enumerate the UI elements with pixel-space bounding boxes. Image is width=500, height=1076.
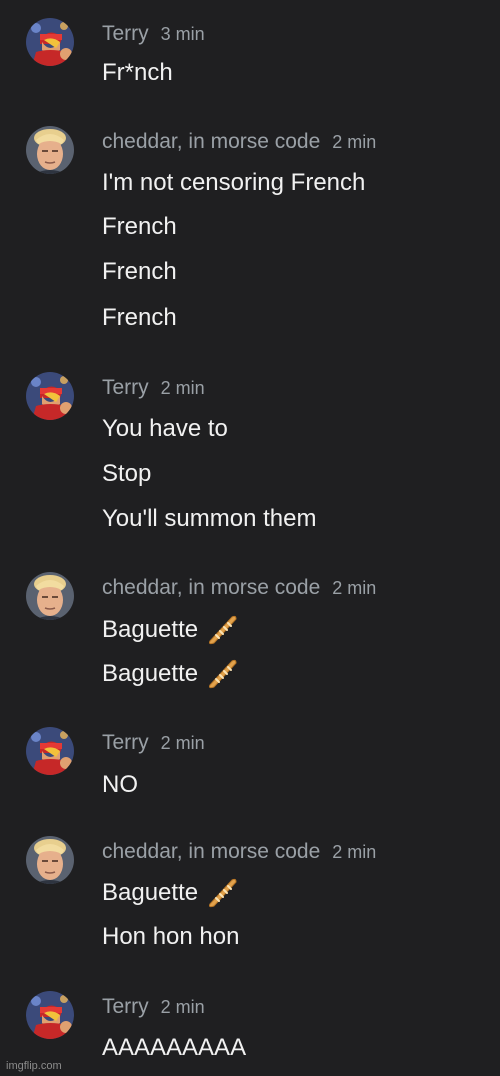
message-text[interactable]: You have to	[102, 414, 228, 444]
avatar[interactable]	[26, 126, 74, 174]
author-name[interactable]: cheddar, in morse code	[102, 130, 320, 153]
message-text[interactable]: French	[102, 257, 177, 287]
message-header: Terry 3 min	[102, 20, 205, 48]
message-header: cheddar, in morse code 2 min	[102, 574, 376, 602]
watermark: imgflip.com	[6, 1060, 62, 1072]
timestamp: 2 min	[332, 132, 377, 152]
message-group: cheddar, in morse code 2 min I'm not cens…	[0, 126, 500, 336]
message-text[interactable]: You'll summon them	[102, 504, 316, 534]
message-group: Terry 2 min NO	[0, 727, 500, 802]
timestamp: 2 min	[332, 578, 377, 598]
message-group: cheddar, in morse code 2 min Baguette Hon…	[0, 836, 500, 961]
message-group: Terry 2 min AAAAAAAAA	[0, 991, 500, 1066]
message-line[interactable]: Baguette	[102, 615, 238, 645]
author-name[interactable]: cheddar, in morse code	[102, 840, 320, 863]
author-name[interactable]: cheddar, in morse code	[102, 576, 320, 599]
timestamp: 2 min	[332, 842, 377, 862]
avatar[interactable]	[26, 572, 74, 620]
chat-log: Terry 3 min Fr*nch cheddar, in morse code…	[0, 0, 500, 1076]
message-text[interactable]: I'm not censoring French	[102, 168, 365, 198]
message-text[interactable]: NO	[102, 770, 138, 800]
message-header: Terry 2 min	[102, 374, 205, 402]
timestamp: 2 min	[160, 378, 205, 398]
message-text[interactable]: French	[102, 303, 177, 333]
message-header: cheddar, in morse code 2 min	[102, 128, 376, 156]
avatar[interactable]	[26, 372, 74, 420]
message-text: Baguette	[102, 879, 199, 906]
baguette-icon	[206, 657, 238, 689]
message-group: cheddar, in morse code 2 min Baguette Bag…	[0, 572, 500, 697]
message-group: Terry 2 min You have to Stop You'll summo…	[0, 372, 500, 542]
timestamp: 2 min	[160, 733, 205, 753]
baguette-icon	[206, 876, 238, 908]
message-group: Terry 3 min Fr*nch	[0, 18, 500, 88]
message-text: Baguette	[102, 616, 199, 643]
baguette-icon	[206, 613, 238, 645]
message-line[interactable]: Baguette	[102, 878, 238, 908]
avatar[interactable]	[26, 727, 74, 775]
timestamp: 3 min	[160, 24, 205, 44]
author-name[interactable]: Terry	[102, 995, 149, 1018]
message-header: Terry 2 min	[102, 993, 205, 1021]
message-text[interactable]: Fr*nch	[102, 58, 173, 88]
message-header: Terry 2 min	[102, 729, 205, 757]
timestamp: 2 min	[160, 997, 205, 1017]
message-text[interactable]: Hon hon hon	[102, 922, 239, 952]
author-name[interactable]: Terry	[102, 376, 149, 399]
avatar[interactable]	[26, 991, 74, 1039]
author-name[interactable]: Terry	[102, 22, 149, 45]
message-text[interactable]: French	[102, 212, 177, 242]
avatar[interactable]	[26, 836, 74, 884]
message-text: Baguette	[102, 660, 199, 687]
author-name[interactable]: Terry	[102, 731, 149, 754]
avatar[interactable]	[26, 18, 74, 66]
message-text[interactable]: Stop	[102, 459, 151, 489]
message-header: cheddar, in morse code 2 min	[102, 838, 376, 866]
message-text[interactable]: AAAAAAAAA	[102, 1033, 246, 1063]
message-line[interactable]: Baguette	[102, 659, 238, 689]
